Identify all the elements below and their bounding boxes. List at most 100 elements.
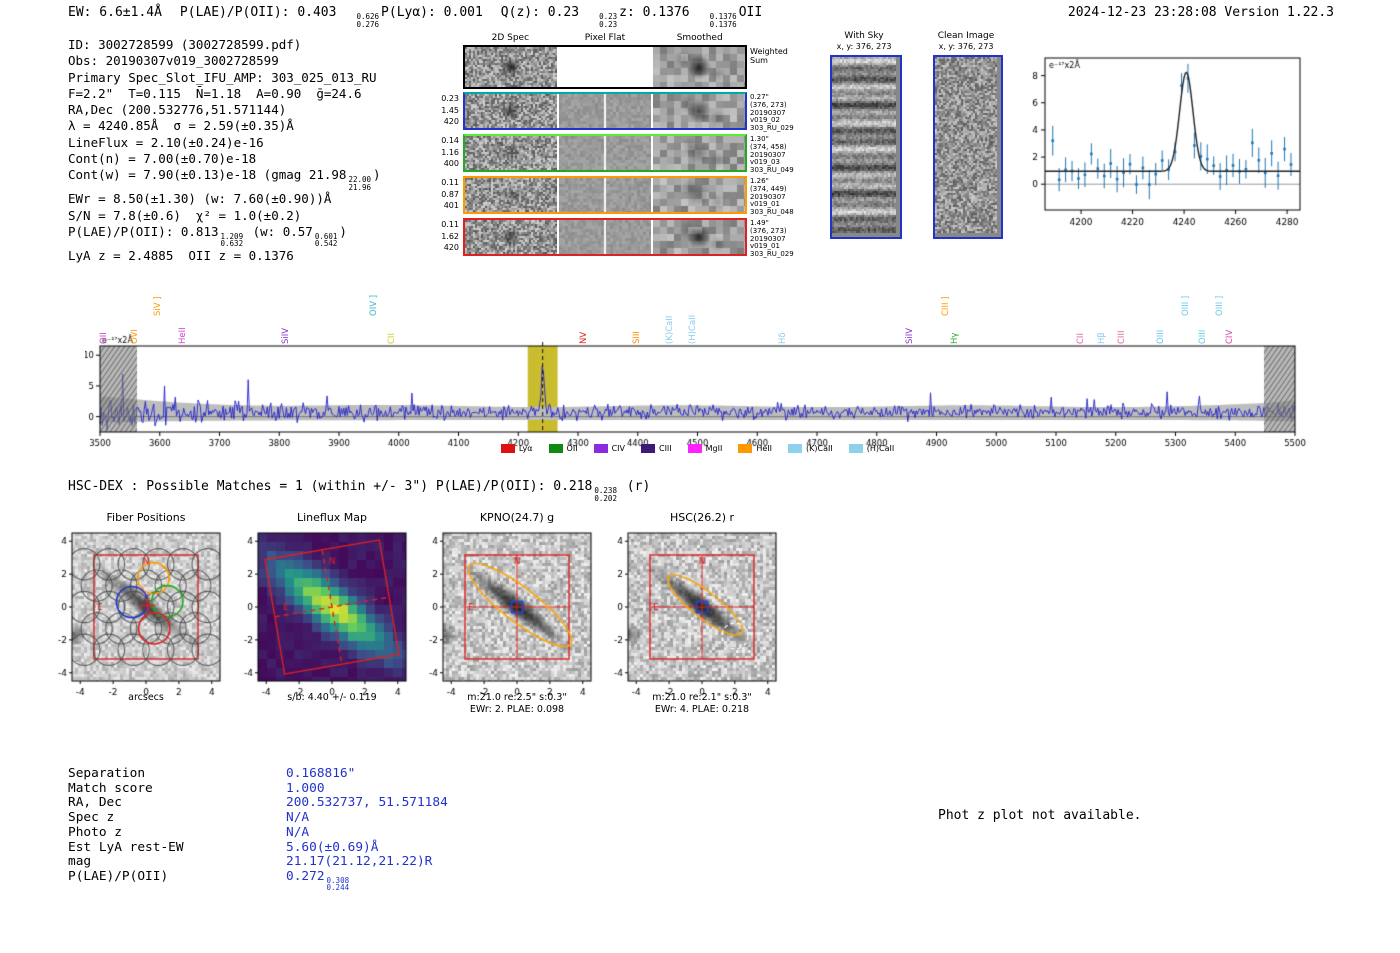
summary-header: EW: 6.6±1.4ÅP(LAE)/P(OII): 0.4030.6260.2…: [68, 5, 780, 28]
info-line-1: Obs: 20190307v019_3002728599: [68, 53, 381, 69]
emission-line-label: CIII: [1117, 331, 1129, 344]
cutout-galaxy2: [593, 523, 793, 713]
spec2d-row-left-labels: 0.231.45420: [441, 94, 459, 126]
emission-line-label: OIII: [1156, 330, 1168, 344]
legend-label: MgII: [706, 444, 723, 453]
info-line-12: LyA z = 2.4885 OII z = 0.1376: [68, 248, 381, 264]
summary-header-limits: 0.230.23: [599, 13, 617, 28]
spec2d-spec-image: [465, 220, 557, 254]
summary-header-text: Q(z): 0.23: [501, 5, 579, 20]
legend-swatch: [738, 444, 752, 453]
spec2d-annotation-line: 303_RU_048: [750, 209, 794, 217]
emission-line-label: CII: [387, 333, 399, 344]
clean-image-label: Clean Image: [927, 31, 1005, 42]
legend-swatch: [549, 444, 563, 453]
with-sky-coords: x, y: 376, 273: [826, 42, 902, 51]
summary-header-text: z: 0.1376: [619, 5, 689, 20]
info-line-8-sub: 21.96: [348, 184, 371, 192]
legend-label: (H)CaII: [867, 444, 894, 453]
spec2d-smooth-image: [653, 220, 745, 254]
spectrum-legend: LyαOIICIVCIIIMgIIHeII(K)CaII(H)CaII: [100, 444, 1295, 453]
summary-header-limits: 0.6260.276: [356, 13, 379, 28]
emission-line-label: (H)CaII: [688, 315, 700, 344]
clean-image-panel: [933, 55, 1003, 239]
hsc-dex-header-text: (r): [619, 479, 650, 494]
detection-info-block: ID: 3002728599 (3002728599.pdf)Obs: 2019…: [68, 37, 381, 264]
spec2d-row-left-labels: 0.141.16400: [441, 136, 459, 168]
hsc-dex-header-text: HSC-DEX : Possible Matches = 1 (within +…: [68, 479, 592, 494]
info-line-11-limits: 1.2090.632: [221, 233, 244, 248]
info-line-0-text: ID: 3002728599 (3002728599.pdf): [68, 37, 301, 52]
legend-swatch: [501, 444, 515, 453]
info-line-5-text: λ = 4240.85Å σ = 2.59(±0.35)Å: [68, 118, 294, 133]
spec2d-annotation-line: Weighted: [750, 47, 788, 56]
spec2d-annotation-line: 303_RU_049: [750, 167, 794, 175]
info-line-11-text: P(LAE)/P(OII): 0.813: [68, 224, 219, 239]
spec2d-row-2: [463, 134, 747, 172]
clean-cutout-image: [935, 57, 997, 233]
spec2d-column-title: Smoothed: [652, 33, 747, 43]
cutout-sublabel-line: m:21.0 re:2.1" s:0.3": [617, 692, 787, 704]
spec2d-row-0: [463, 45, 747, 89]
spec2d-flat-image: [559, 94, 651, 128]
summary-header-text: P(LAE)/P(OII): 0.403: [180, 5, 337, 20]
match-table-value-text: N/A: [286, 810, 309, 825]
emission-line-label: CIV: [1225, 330, 1237, 344]
info-line-11-text: ): [339, 224, 347, 239]
cutout-sublabel: m:21.0 re:2.5" s:0.3"EWr: 2. PLAE: 0.098: [432, 692, 602, 716]
info-line-10-text: S/N = 7.8(±0.6) χ² = 1.0(±0.2): [68, 208, 301, 223]
legend-swatch: [688, 444, 702, 453]
match-table-value-limits: 0.3080.244: [327, 877, 350, 892]
info-line-10: S/N = 7.8(±0.6) χ² = 1.0(±0.2): [68, 208, 381, 224]
info-line-5: λ = 4240.85Å σ = 2.59(±0.35)Å: [68, 118, 381, 134]
summary-header-sub: 0.1376: [710, 21, 737, 29]
spec2d-row-annotation: 1.30"(374, 458)20190307v019_03303_RU_049: [750, 136, 794, 175]
hsc-dex-header-limits: 0.2380.202: [594, 487, 617, 502]
match-table-value-text: 0.272: [286, 869, 325, 884]
info-line-12-text: LyA z = 2.4885 OII z = 0.1376: [68, 248, 294, 263]
info-line-11-sub: 0.542: [315, 240, 338, 248]
cutout-galaxy: [408, 523, 608, 713]
emission-line-label: SiIV: [281, 328, 293, 344]
info-line-3: F=2.2" T=0.115 N̄=1.18 A=0.90 ḡ=24.6: [68, 86, 381, 102]
cutout-sublabel-line: s/b: 4.40 +/- 0.119: [247, 692, 417, 704]
info-line-3-text: F=2.2" T=0.115 N̄=1.18 A=0.90 ḡ=24.6: [68, 86, 362, 101]
emission-line-label: SiV ]: [153, 296, 165, 316]
emission-line-label: CII: [1076, 333, 1088, 344]
legend-label: CIV: [612, 444, 625, 453]
legend-label: Lyα: [519, 444, 533, 453]
cutout-sublabel-line: EWr: 4. PLAE: 0.218: [617, 704, 787, 716]
info-line-6: LineFlux = 2.10(±0.24)e-16: [68, 135, 381, 151]
match-table-row: Separation0.168816": [68, 767, 448, 782]
spec2d-scale-value: 1.16: [441, 148, 459, 157]
legend-swatch: [594, 444, 608, 453]
match-table-row: Photo zN/A: [68, 826, 448, 841]
match-table-value-text: N/A: [286, 825, 309, 840]
match-table-value-text: 21.17(21.12,21.22)R: [286, 854, 432, 869]
match-table-value-sub: 0.244: [327, 884, 350, 892]
match-table-value: 1.000: [286, 782, 325, 797]
timestamp: 2024-12-23 23:28:08 Version 1.22.3: [1068, 5, 1334, 20]
spec2d-smooth-image: [653, 47, 745, 87]
summary-header-text: OII: [739, 5, 762, 20]
catalog-match-table: Separation0.168816"Match score1.000RA, D…: [68, 767, 448, 892]
match-table-label: P(LAE)/P(OII): [68, 870, 286, 892]
legend-item: HeII: [738, 444, 772, 453]
spec2d-scale-value: 1.45: [441, 106, 459, 115]
spec2d-spec-image: [465, 178, 557, 212]
hsc-dex-match-header: HSC-DEX : Possible Matches = 1 (within +…: [68, 479, 650, 502]
spec2d-row-annotation: 1.49"(376, 273)20190307v019_01303_RU_029: [750, 220, 794, 259]
match-table-value: 0.2720.3080.244: [286, 870, 351, 892]
legend-label: OII: [567, 444, 578, 453]
info-line-1-text: Obs: 20190307v019_3002728599: [68, 53, 279, 68]
spec2d-scale-value: 400: [444, 159, 459, 168]
legend-item: OII: [549, 444, 578, 453]
with-sky-panel: [830, 55, 902, 239]
emission-line-label: CIII ]: [941, 297, 953, 316]
emission-line-label: Hδ: [778, 332, 790, 344]
emission-line-label: OII: [99, 332, 111, 344]
spec2d-row-annotation: 1.26"(374, 449)20190307v019_01303_RU_048: [750, 178, 794, 217]
match-table-value-text: 1.000: [286, 781, 325, 796]
match-table-value: 0.168816": [286, 767, 355, 782]
legend-label: CIII: [659, 444, 672, 453]
